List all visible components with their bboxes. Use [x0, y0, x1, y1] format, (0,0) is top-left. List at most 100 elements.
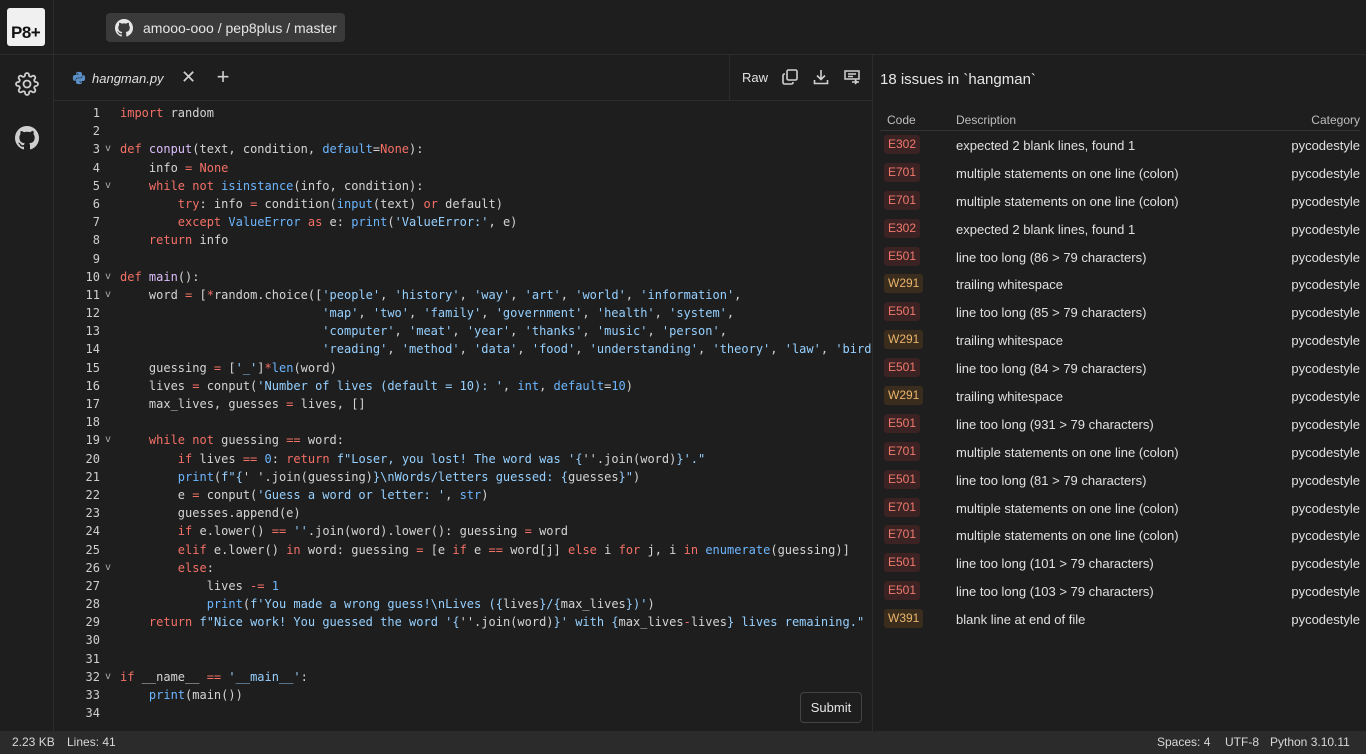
code-line[interactable]: 22 e = conput('Guess a word or letter: '…: [54, 486, 872, 504]
code-line[interactable]: 1 import random: [54, 104, 872, 122]
code-token: ]: [257, 360, 265, 375]
code-line[interactable]: 21 print(f"{' '.join(guessing)}\nWords/l…: [54, 468, 872, 486]
issue-description: multiple statements on one line (colon): [956, 193, 1179, 209]
issue-row[interactable]: E701 multiple statements on one line (col…: [880, 187, 1360, 215]
code-line[interactable]: 10 v def main():: [54, 268, 872, 286]
github-button[interactable]: [15, 126, 39, 150]
code-area[interactable]: 1 import random 2 3 v def conput(text, condit…: [54, 104, 872, 731]
copy-button[interactable]: [781, 68, 799, 86]
issue-code-badge: W291: [884, 386, 924, 406]
issue-code-badge: E302: [884, 218, 921, 238]
code-line[interactable]: 8 return info: [54, 231, 872, 249]
code-line[interactable]: 15 guessing = ['_']*len(word): [54, 359, 872, 377]
indent-setting[interactable]: Spaces: 4: [1157, 735, 1210, 749]
code-token: for: [618, 542, 641, 557]
code-line[interactable]: 16 lives = conput('Number of lives (defa…: [54, 377, 872, 395]
column-header-code[interactable]: Code: [887, 113, 916, 127]
code-line[interactable]: 2: [54, 122, 872, 140]
code-line[interactable]: 19 v while not guessing == word:: [54, 431, 872, 449]
issue-row[interactable]: E701 multiple statements on one line (col…: [880, 521, 1360, 549]
download-button[interactable]: [812, 68, 830, 86]
issue-code-badge: W291: [884, 330, 924, 350]
column-header-description[interactable]: Description: [956, 113, 1016, 127]
issue-row[interactable]: E701 multiple statements on one line (col…: [880, 438, 1360, 466]
code-line[interactable]: 24 if e.lower() == ''.join(word).lower()…: [54, 522, 872, 540]
settings-button[interactable]: [15, 72, 39, 96]
code-text: try: info = condition(input(text) or def…: [120, 195, 503, 213]
fold-chevron-icon[interactable]: v: [105, 431, 111, 449]
code-line[interactable]: 18: [54, 413, 872, 431]
code-line[interactable]: 27 lives -= 1: [54, 577, 872, 595]
code-token: j, i: [640, 542, 684, 557]
code-line[interactable]: 23 guesses.append(e): [54, 504, 872, 522]
issue-row[interactable]: E501 line too long (931 > 79 characters) p…: [880, 410, 1360, 438]
fold-chevron-icon[interactable]: v: [105, 268, 111, 286]
file-size: 2.23 KB: [12, 735, 55, 749]
code-line[interactable]: 6 try: info = condition(input(text) or d…: [54, 195, 872, 213]
issue-row[interactable]: E501 line too long (81 > 79 characters) py…: [880, 466, 1360, 494]
code-line[interactable]: 12 'map', 'two', 'family', 'government',…: [54, 304, 872, 322]
app-logo[interactable]: P8+: [7, 8, 45, 46]
code-token: 'computer': [322, 324, 395, 339]
code-line[interactable]: 3 v def conput(text, condition, default=No…: [54, 140, 872, 158]
fold-chevron-icon[interactable]: v: [105, 559, 111, 577]
line-number: 24: [85, 524, 100, 539]
code-line[interactable]: 28 print(f'You made a wrong guess!\nLive…: [54, 595, 872, 613]
code-text: return info: [120, 231, 228, 249]
code-token: .join(word).lower(): guessing: [307, 524, 525, 539]
code-token: print: [351, 215, 388, 230]
issue-row[interactable]: W291 trailing whitespace pycodestyle: [880, 382, 1360, 410]
code-line[interactable]: 29 return f"Nice work! You guessed the w…: [54, 613, 872, 631]
issue-row[interactable]: E701 multiple statements on one line (col…: [880, 159, 1360, 187]
code-line[interactable]: 20 if lives == 0: return f"Loser, you lo…: [54, 450, 872, 468]
code-line[interactable]: 25 elif e.lower() in word: guessing = [e…: [54, 541, 872, 559]
issue-row[interactable]: E501 line too long (84 > 79 characters) py…: [880, 354, 1360, 382]
code-line[interactable]: 13 'computer', 'meat', 'year', 'thanks',…: [54, 322, 872, 340]
issue-row[interactable]: E501 line too long (101 > 79 characters) p…: [880, 549, 1360, 577]
code-line[interactable]: 32 v if __name__ == '__main__':: [54, 668, 872, 686]
fold-chevron-icon[interactable]: v: [105, 140, 111, 158]
column-header-category[interactable]: Category: [1311, 113, 1360, 127]
code-line[interactable]: 30: [54, 631, 872, 649]
format-button[interactable]: [843, 68, 861, 86]
code-token: (main()): [185, 688, 243, 702]
issue-row[interactable]: E701 multiple statements on one line (col…: [880, 494, 1360, 522]
code-line[interactable]: 14 'reading', 'method', 'data', 'food', …: [54, 340, 872, 358]
submit-button[interactable]: Submit: [800, 692, 862, 723]
code-line[interactable]: 5v while not isinstance(info, condition)…: [54, 177, 872, 195]
code-text: elif e.lower() in word: guessing = [e if…: [120, 541, 850, 559]
issue-row[interactable]: E501 line too long (86 > 79 characters) py…: [880, 243, 1360, 271]
add-tab-button[interactable]: +: [214, 66, 232, 88]
raw-button[interactable]: Raw: [742, 70, 768, 85]
fold-chevron-icon[interactable]: v: [105, 668, 111, 686]
code-line[interactable]: 9: [54, 250, 872, 268]
code-line[interactable]: 7 except ValueError as e: print('ValueEr…: [54, 213, 872, 231]
issues-table: Code Description Category E302 expected 2…: [880, 107, 1360, 633]
language-mode[interactable]: Python 3.10.11: [1270, 735, 1350, 749]
code-line[interactable]: 31: [54, 650, 872, 668]
issue-row[interactable]: E302 expected 2 blank lines, found 1 pycod…: [880, 131, 1360, 159]
issue-row[interactable]: E501 line too long (85 > 79 characters) py…: [880, 298, 1360, 326]
encoding[interactable]: UTF-8: [1225, 735, 1259, 749]
code-line[interactable]: 4 info = None: [54, 159, 872, 177]
code-token: ,: [726, 306, 735, 321]
issue-row[interactable]: E501 line too long (103 > 79 characters) p…: [880, 577, 1360, 605]
issue-row[interactable]: W391 blank line at end of file pycodestyle: [880, 605, 1360, 633]
code-line[interactable]: 26 v else:: [54, 559, 872, 577]
issue-row[interactable]: W291 trailing whitespace pycodestyle: [880, 326, 1360, 354]
code-line[interactable]: 17 max_lives, guesses = lives, []: [54, 395, 872, 413]
code-line[interactable]: 34: [54, 704, 872, 722]
fold-chevron-icon[interactable]: v: [105, 177, 111, 195]
line-number: 29: [85, 615, 100, 630]
issue-row[interactable]: E302 expected 2 blank lines, found 1 pycod…: [880, 215, 1360, 243]
issue-row[interactable]: W291 trailing whitespace pycodestyle: [880, 270, 1360, 298]
code-token: main: [148, 269, 178, 284]
code-line[interactable]: 33 print(main()): [54, 686, 872, 704]
fold-chevron-icon[interactable]: v: [105, 286, 111, 304]
code-token: lives: [502, 597, 540, 612]
repo-selector[interactable]: amooo-ooo / pep8plus / master: [106, 13, 345, 42]
close-icon[interactable]: ✕: [181, 68, 196, 86]
code-line[interactable]: 11 v word = [*random.choice(['people', 'h…: [54, 286, 872, 304]
